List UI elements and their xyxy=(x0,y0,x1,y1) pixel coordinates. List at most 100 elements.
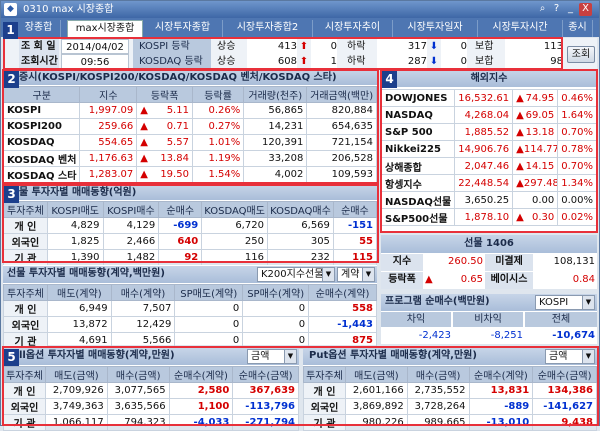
table-row[interactable]: 기 관 4,691 5,566 0 0 875 xyxy=(3,332,377,349)
overseas-index-name: DOWJONES xyxy=(380,89,456,107)
overseas-index-change: ▲ 13.18 xyxy=(512,123,559,141)
table-row[interactable]: KOSDAQ 벤처 1,176.63 ▲ 13.84 1.19% 33,208 2… xyxy=(2,150,377,167)
sp-buy: 0 xyxy=(242,300,310,317)
table-row[interactable]: NASDAQ선물 3,650.25 0.00 0.00% xyxy=(380,191,597,209)
kospi-down-count: 317 xyxy=(377,39,427,54)
tab-market-summary[interactable]: 장종합 xyxy=(17,20,61,37)
table-row[interactable]: 기 관 1,390 1,482 92 116 232 115 xyxy=(3,249,378,266)
overseas-index-rate: 0.70% xyxy=(557,123,597,141)
section-badge: 2 xyxy=(4,71,19,88)
overseas-index-panel: 해외지수 DOWJONES 16,532.61 ▲ 74.95 0.46% NASDAQ… xyxy=(380,70,597,231)
table-row[interactable]: 개 인 6,949 7,507 0 0 558 xyxy=(3,300,377,317)
kosdaq-down-count: 287 xyxy=(377,54,427,69)
kospi-down-limit: 0 xyxy=(441,39,467,54)
overseas-index-value: 2,047.46 xyxy=(454,157,514,175)
overseas-index-value: 1,885.52 xyxy=(454,123,514,141)
table-row[interactable]: DOWJONES 16,532.61 ▲ 74.95 0.46% xyxy=(380,89,597,107)
kospi-net: -699 xyxy=(158,217,203,234)
sell-amount: 3,749,363 xyxy=(44,398,108,415)
main-window: ◆ 0310 max 시장종합 ⌕ ? _ X 장종합 max시장종합 시장투자… xyxy=(0,0,600,431)
investor-name: 외국인 xyxy=(303,398,346,415)
futures-index-label: 지수 xyxy=(381,254,423,271)
kosdaq-buy: 6,569 xyxy=(266,217,334,234)
col-header: 투자주체 xyxy=(3,284,48,301)
put-unit-select[interactable]: 금액 ▼ xyxy=(545,349,595,364)
call-unit-value: 금액 xyxy=(251,351,270,362)
index-change: ▲ 19.50 xyxy=(136,166,193,183)
tab-max-market-summary[interactable]: max시장종합 xyxy=(67,20,143,37)
table-row[interactable]: 개 인 2,601,166 2,735,552 13,831 134,386 xyxy=(303,382,597,399)
futures-type-select[interactable]: K200지수선물 ▼ xyxy=(257,267,335,282)
overseas-index-name: Nikkei225 xyxy=(380,140,456,158)
table-row[interactable]: 외국인 13,872 12,429 0 0 -1,443 xyxy=(3,316,377,333)
table-row[interactable]: 기 관 980,226 989,665 -13,010 9,438 xyxy=(303,414,597,431)
overview-panel: 조 회 일 2014/04/02 조회시간 09:56 KOSPI 등락 KOS… xyxy=(3,38,597,69)
kosdaq-up-count: 608 xyxy=(247,54,297,69)
index-change: ▲ 0.71 xyxy=(136,118,193,135)
kosdaq-buy: 232 xyxy=(266,249,334,266)
kosdaq-sell: 6,720 xyxy=(201,217,268,234)
minimize-icon[interactable]: _ xyxy=(564,3,577,16)
close-icon[interactable]: X xyxy=(579,3,592,16)
basis-value: 0.84 xyxy=(572,274,595,285)
index-amount: 721,154 xyxy=(306,134,377,151)
tab-investor-summary[interactable]: 시장투자종합 xyxy=(143,20,223,37)
tab-more[interactable]: 종시 xyxy=(563,20,593,37)
overseas-index-table: DOWJONES 16,532.61 ▲ 74.95 0.46% NASDAQ 4,268… xyxy=(380,89,597,226)
table-row[interactable]: KOSPI 1,997.09 ▲ 5.11 0.26% 56,865 820,88… xyxy=(2,102,377,119)
help-icon[interactable]: ? xyxy=(550,3,563,16)
call-unit-select[interactable]: 금액 ▼ xyxy=(247,349,297,364)
futures-unit-select[interactable]: 계약 ▼ xyxy=(337,267,375,282)
date-field[interactable]: 2014/04/02 xyxy=(61,39,129,54)
put-option-panel: Put옵션 투자자별 매매동향(계약,만원) 금액 ▼ 투자주체 매도(금액) 매… xyxy=(303,348,597,431)
col-header: 순매수(금액) xyxy=(532,366,597,383)
table-row[interactable]: 항셍지수 22,448.54 ▲ 297.48 1.34% xyxy=(380,174,597,192)
col-header: 순매수(계약) xyxy=(308,284,377,301)
table-row[interactable]: 개 인 2,709,926 3,077,565 2,580 367,639 xyxy=(3,382,299,399)
table-row[interactable]: S&P500선물 1,878.10 ▲ 0.30 0.02% xyxy=(380,208,597,226)
table-row[interactable]: 상해종합 2,047.46 ▲ 14.15 0.70% xyxy=(380,157,597,175)
find-icon[interactable]: ⌕ xyxy=(536,3,549,16)
index-volume: 4,002 xyxy=(243,166,308,183)
program-trading-panel: 프로그램 순매수(백만원) KOSPI ▼ 차익 비차익 전체 -2,423 -8… xyxy=(381,294,597,344)
up-triangle-icon: ▲ xyxy=(140,137,148,148)
table-row[interactable]: NASDAQ 4,268.04 ▲ 69.05 1.64% xyxy=(380,106,597,124)
index-volume: 56,865 xyxy=(243,102,308,119)
net-amount: -271,794 xyxy=(232,414,299,431)
tab-investor-summary-2[interactable]: 시장투자종합2 xyxy=(223,20,313,37)
index-value: 1,283.07 xyxy=(79,166,138,183)
tab-investor-daily[interactable]: 시장투자일자 xyxy=(393,20,478,37)
program-market-select[interactable]: KOSPI ▼ xyxy=(535,295,595,310)
overseas-index-change: 0.00 xyxy=(512,191,559,209)
col-header: 순매수 xyxy=(158,201,203,218)
buy-amount: 3,077,565 xyxy=(106,382,170,399)
query-button[interactable]: 조회 xyxy=(567,46,595,63)
table-row[interactable]: S&P 500 1,885.52 ▲ 13.18 0.70% xyxy=(380,123,597,141)
col-header: SP매도(계약) xyxy=(174,284,244,301)
arbitrage-value: -2,423 xyxy=(418,330,451,341)
col-header: 거래금액(백만) xyxy=(306,86,377,103)
index-value: 554.65 xyxy=(79,134,138,151)
table-row[interactable]: 외국인 3,869,892 3,728,264 -889 -141,627 xyxy=(303,398,597,415)
table-row[interactable]: Nikkei225 14,906.76 ▲ 114.77 0.78% xyxy=(380,140,597,158)
overseas-index-name: 항셍지수 xyxy=(380,174,456,192)
table-row[interactable]: 외국인 3,749,363 3,635,566 1,100 -113,796 xyxy=(3,398,299,415)
up-triangle-icon: ▲ xyxy=(516,109,524,121)
table-row[interactable]: KOSDAQ 스타 1,283.07 ▲ 19.50 1.54% 4,002 10… xyxy=(2,166,377,183)
up-triangle-icon: ▲ xyxy=(140,121,148,132)
tab-investor-time[interactable]: 시장투자시간 xyxy=(478,20,563,37)
table-row[interactable]: 기 관 1,066,117 794,323 -4,033 -271,794 xyxy=(3,414,299,431)
sp-sell: 0 xyxy=(174,316,244,333)
overseas-index-change: ▲ 14.15 xyxy=(512,157,559,175)
table-row[interactable]: KOSPI200 259.66 ▲ 0.71 0.27% 14,231 654,6… xyxy=(2,118,377,135)
investor-name: 기 관 xyxy=(3,249,48,266)
sp-sell: 0 xyxy=(174,300,244,317)
table-row[interactable]: 외국인 1,825 2,466 640 250 305 55 xyxy=(3,233,378,250)
col-header: KOSPI매수 xyxy=(102,201,160,218)
buy-contracts: 7,507 xyxy=(110,300,176,317)
kosdaq-net: -151 xyxy=(332,217,378,234)
table-row[interactable]: KOSDAQ 554.65 ▲ 5.57 1.01% 120,391 721,15… xyxy=(2,134,377,151)
up-triangle-icon: ▲ xyxy=(140,169,148,180)
tab-investor-trend[interactable]: 시장투자추이 xyxy=(313,20,393,37)
table-row[interactable]: 개 인 4,829 4,129 -699 6,720 6,569 -151 xyxy=(3,217,378,234)
